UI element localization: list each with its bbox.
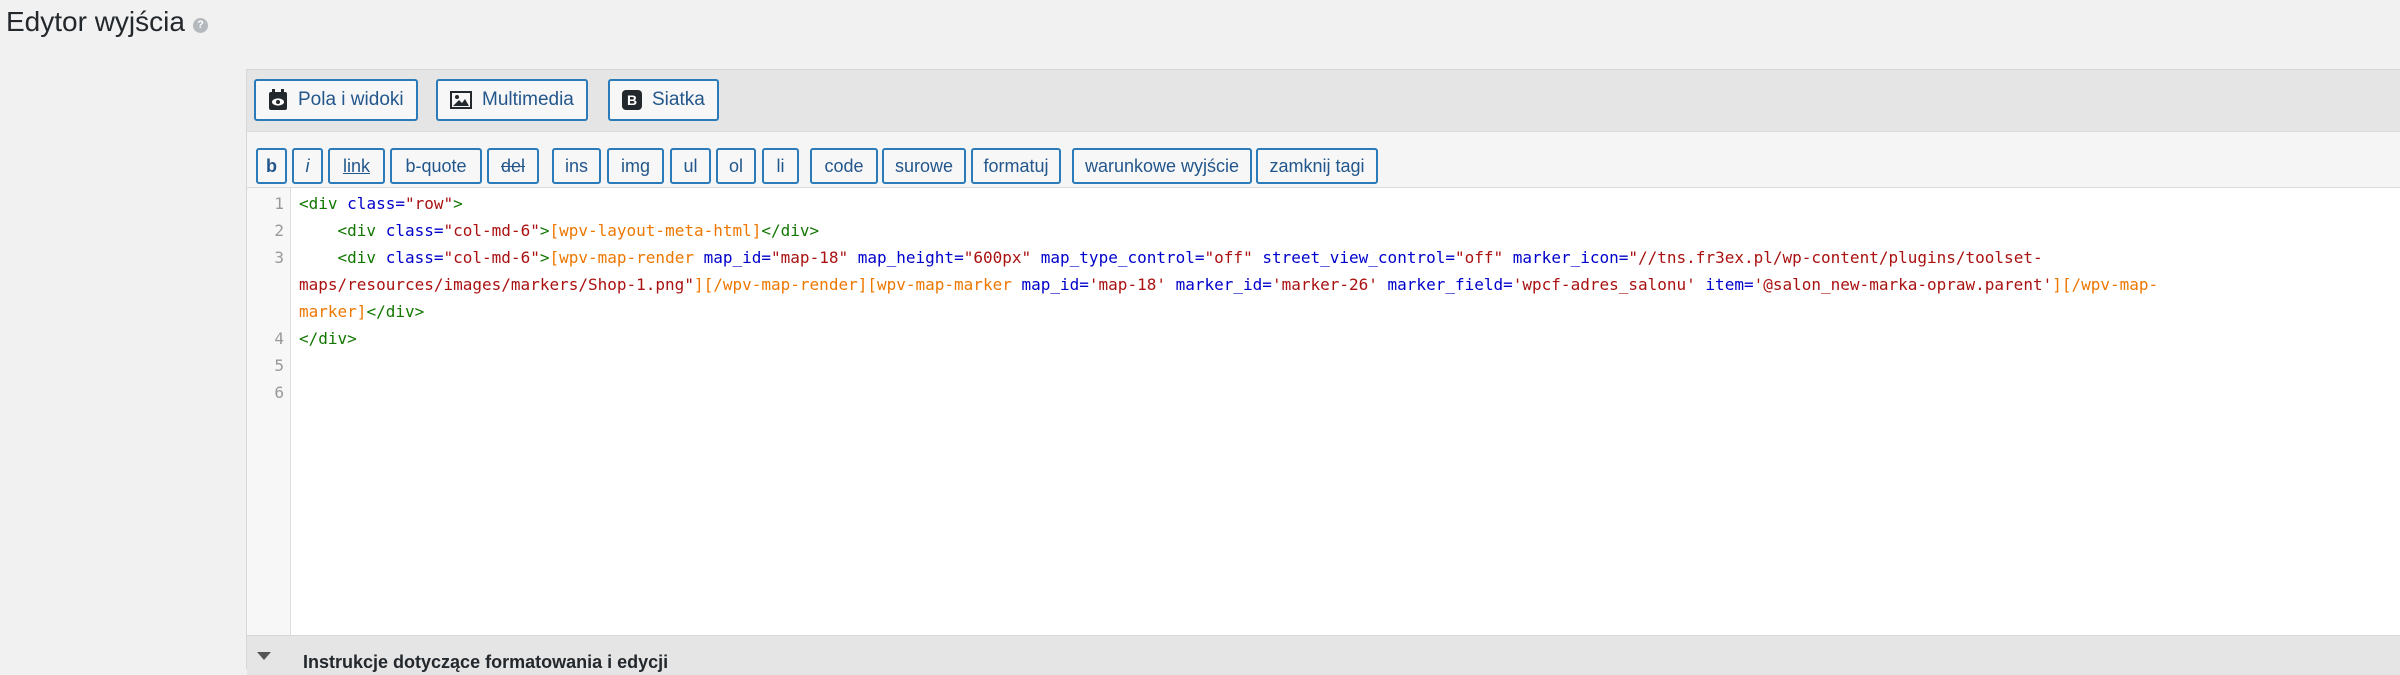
code-shortcode: marker]: [299, 302, 367, 321]
image-icon: [450, 91, 472, 109]
code-tag: >: [453, 194, 463, 213]
line-number: 4: [274, 329, 284, 348]
code-line-wrap: maps/resources/images/markers/Shop-1.png…: [299, 271, 2158, 298]
grid-button[interactable]: B Siatka: [608, 79, 719, 121]
code-attr: street_view_control=: [1262, 248, 1455, 267]
code-line: <div class="col-md-6">[wpv-map-render ma…: [299, 244, 2043, 271]
code-tag: </div>: [299, 329, 357, 348]
quicktag-img-button[interactable]: img: [607, 148, 664, 184]
code-attr: map_height=: [857, 248, 964, 267]
bootstrap-icon: B: [622, 90, 642, 110]
editor-toolbar: Pola i widoki Multimedia B Siatka: [247, 70, 2400, 132]
quicktag-del-button[interactable]: del: [487, 148, 539, 184]
quicktag-bquote-button[interactable]: b-quote: [390, 148, 482, 184]
line-number-gutter: 1 2 3 4 5 6: [247, 188, 291, 635]
quicktag-format-button[interactable]: formatuj: [971, 148, 1061, 184]
fields-views-button[interactable]: Pola i widoki: [254, 79, 418, 121]
code-line: <div class="col-md-6">[wpv-layout-meta-h…: [299, 217, 820, 244]
code-attr: map_type_control=: [1040, 248, 1205, 267]
code-attr: marker_icon=: [1512, 248, 1629, 267]
line-number: 5: [274, 356, 284, 375]
code-attr: marker_field=: [1387, 275, 1513, 294]
quicktag-ul-button[interactable]: ul: [670, 148, 711, 184]
code-shortcode: [wpv-map-render: [549, 248, 704, 267]
quicktag-raw-button[interactable]: surowe: [882, 148, 966, 184]
code-attr: map_id=: [703, 248, 772, 267]
code-string: "col-md-6": [443, 248, 540, 267]
code-attr: class=: [385, 221, 444, 240]
formatting-instructions-panel[interactable]: Instrukcje dotyczące formatowania i edyc…: [247, 635, 2400, 675]
code-tag: </div>: [761, 221, 820, 240]
code-tag: <div: [337, 248, 386, 267]
code-string: "row": [404, 194, 454, 213]
page-title: Edytor wyjścia ?: [6, 6, 208, 38]
question-circle-icon[interactable]: ?: [192, 17, 208, 33]
code-attr: map_id=: [1021, 275, 1089, 294]
code-tag: </div>: [366, 302, 425, 321]
code-string: 'marker-26': [1271, 275, 1388, 294]
fields-views-label: Pola i widoki: [298, 89, 404, 110]
code-line: <div class="row">: [299, 190, 463, 217]
code-attr: marker_id=: [1175, 275, 1272, 294]
code-string: "off": [1204, 248, 1263, 267]
line-number: 3: [274, 248, 284, 267]
quicktag-code-button[interactable]: code: [810, 148, 878, 184]
line-number: 2: [274, 221, 284, 240]
quicktag-ol-button[interactable]: ol: [716, 148, 756, 184]
code-tag: <div: [337, 221, 386, 240]
code-shortcode: ][/wpv-map-render][wpv-map-marker: [693, 275, 1022, 294]
code-string: "col-md-6": [443, 221, 540, 240]
quicktag-bold-button[interactable]: b: [256, 148, 287, 184]
code-attr: item=: [1705, 275, 1754, 294]
quicktag-link-button[interactable]: link: [328, 148, 385, 184]
code-string: 'map-18': [1088, 275, 1176, 294]
code-string: "off": [1454, 248, 1513, 267]
multimedia-label: Multimedia: [482, 89, 574, 110]
code-editor[interactable]: 1 2 3 4 5 6 <div class="row"> <div class…: [247, 187, 2400, 635]
line-number: 1: [274, 194, 284, 213]
code-string: '@salon_new-marka-opraw.parent': [1753, 275, 2053, 294]
code-line-wrap: marker]</div>: [299, 298, 424, 325]
quicktag-ins-button[interactable]: ins: [552, 148, 601, 184]
collapse-arrow-icon[interactable]: [257, 652, 271, 660]
calendar-eye-icon: [269, 89, 287, 110]
quicktag-conditional-button[interactable]: warunkowe wyjście: [1072, 148, 1252, 184]
quicktag-li-button[interactable]: li: [762, 148, 799, 184]
output-editor: Pola i widoki Multimedia B Siatka b i li…: [246, 69, 2400, 675]
code-string: "//tns.fr3ex.pl/wp-content/plugins/tools…: [1628, 248, 2043, 267]
code-string: "map-18": [771, 248, 858, 267]
code-string: maps/resources/images/markers/Shop-1.png…: [299, 275, 694, 294]
code-attr: class=: [347, 194, 405, 213]
code-shortcode: ][/wpv-map-: [2052, 275, 2159, 294]
code-attr: class=: [385, 248, 444, 267]
quicktag-italic-button[interactable]: i: [292, 148, 323, 184]
code-shortcode: [wpv-layout-meta-html]: [549, 221, 762, 240]
grid-label: Siatka: [652, 89, 705, 110]
code-line: </div>: [299, 325, 357, 352]
code-string: "600px": [963, 248, 1041, 267]
quicktag-close-tags-button[interactable]: zamknij tagi: [1256, 148, 1378, 184]
line-number: 6: [274, 383, 284, 402]
code-tag: <div: [299, 194, 348, 213]
svg-text:B: B: [627, 92, 637, 108]
multimedia-button[interactable]: Multimedia: [436, 79, 588, 121]
page-title-text: Edytor wyjścia: [6, 6, 185, 37]
code-string: 'wpcf-adres_salonu': [1512, 275, 1706, 294]
